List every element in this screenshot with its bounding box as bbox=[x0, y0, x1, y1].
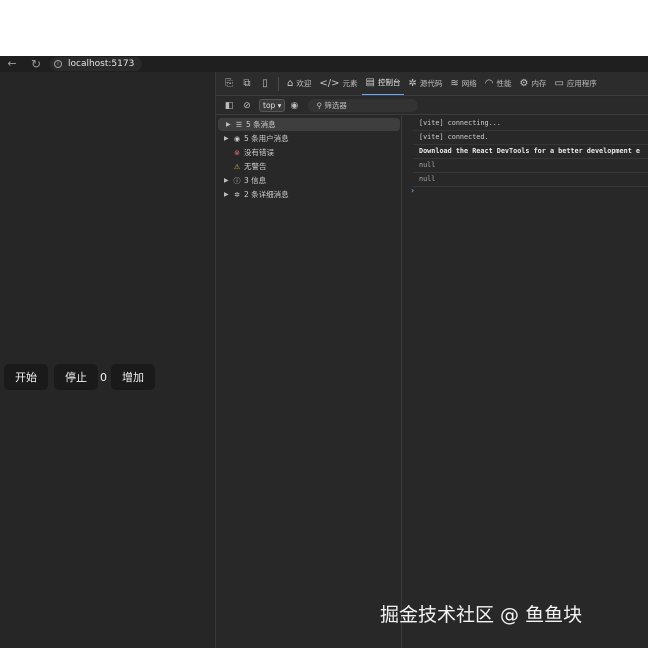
url-field[interactable]: i localhost:5173 bbox=[50, 57, 143, 71]
sidebar-toggle-icon[interactable]: ◧ bbox=[223, 100, 235, 112]
sidebar-item-label: 没有错误 bbox=[244, 148, 274, 157]
console-log-row: [vite] connecting... bbox=[419, 119, 501, 127]
dock-icon[interactable]: ▯ bbox=[259, 78, 271, 90]
sidebar-item-label: 5 条消息 bbox=[246, 120, 276, 129]
address-bar: ← ↻ i localhost:5173 bbox=[0, 56, 648, 72]
tab-window[interactable]: ▭ 应用程序 bbox=[550, 72, 600, 95]
gear-icon: ⚙ bbox=[519, 78, 529, 89]
info-circle-icon: ⓘ bbox=[233, 176, 241, 185]
tab-console[interactable]: ▤ 控制台 bbox=[361, 72, 405, 95]
bug-icon: ✲ bbox=[408, 78, 417, 89]
start-button[interactable]: 开始 bbox=[4, 364, 48, 390]
expand-arrow-icon[interactable]: ▶ bbox=[226, 121, 234, 128]
tab-label: 源代码 bbox=[419, 79, 443, 88]
reload-icon[interactable]: ↻ bbox=[30, 58, 42, 70]
devtools-panel: ⎘ ⧉ ▯ ⌂ 欢迎 </> 元素 ▤ 控制台 ✲ 源代码 ≋ 网络 ◠ 性能 ⚙ 内存 ▭ 应用程序 ◧ ⊘… bbox=[216, 72, 648, 648]
info-icon[interactable]: i bbox=[54, 60, 62, 68]
top-blank-area bbox=[0, 0, 648, 56]
console-sidebar: ▶ ☰ 5 条消息 ▶ ◉ 5 条用户消息 ⊗ 没有错误 ⚠ 无警告 ▶ ⓘ 3 信息 ▶ ✲ 2 条详细消息 bbox=[216, 116, 402, 648]
sidebar-item-label: 2 条详细消息 bbox=[244, 190, 289, 199]
sidebar-item[interactable]: ▶ ◉ 5 条用户消息 bbox=[216, 132, 289, 145]
expand-arrow-icon[interactable]: ▶ bbox=[224, 177, 232, 184]
expand-arrow-icon[interactable]: ▶ bbox=[224, 135, 232, 142]
watermark: 掘金技术社区 @ 鱼鱼块 bbox=[380, 604, 583, 626]
tab-label: 性能 bbox=[496, 79, 512, 88]
url-text: localhost:5173 bbox=[68, 59, 135, 69]
wifi-icon: ≋ bbox=[450, 78, 459, 89]
code-icon: </> bbox=[319, 78, 340, 89]
tab-label: 元素 bbox=[342, 79, 358, 88]
button-row: 开始 停止 0 增加 bbox=[4, 364, 161, 390]
filter-placeholder: 筛选器 bbox=[324, 101, 347, 110]
device-toolbar-icon[interactable]: ⎘ bbox=[223, 78, 235, 90]
console-log-row: null bbox=[419, 161, 436, 169]
page-viewport: 开始 停止 0 增加 bbox=[0, 72, 216, 648]
filter-input[interactable]: ⚲ 筛选器 bbox=[308, 99, 419, 112]
window-icon: ▭ bbox=[554, 78, 564, 89]
sidebar-item[interactable]: ⚠ 无警告 bbox=[216, 160, 267, 173]
tab-gear[interactable]: ⚙ 内存 bbox=[515, 72, 550, 95]
context-selector[interactable]: top ▾ bbox=[259, 99, 286, 112]
console-icon: ▤ bbox=[365, 77, 375, 88]
console-log-row: null bbox=[419, 175, 436, 183]
console-toolbar: ◧ ⊘ top ▾ ◉ ⚲ 筛选器 bbox=[216, 97, 648, 115]
add-button[interactable]: 增加 bbox=[111, 364, 155, 390]
console-output: › [vite] connecting... [vite] connected. D… bbox=[403, 116, 648, 648]
log-divider bbox=[413, 172, 648, 173]
gauge-icon: ◠ bbox=[484, 78, 494, 89]
list-icon: ☰ bbox=[235, 120, 243, 129]
tab-label: 网络 bbox=[461, 79, 477, 88]
home-icon: ⌂ bbox=[287, 78, 294, 89]
sidebar-item[interactable]: ▶ ☰ 5 条消息 bbox=[218, 118, 400, 131]
stop-button[interactable]: 停止 bbox=[54, 364, 98, 390]
console-log-row: [vite] connected. bbox=[419, 133, 489, 141]
tab-wifi[interactable]: ≋ 网络 bbox=[446, 72, 480, 95]
log-divider bbox=[413, 158, 648, 159]
sidebar-item[interactable]: ▶ ✲ 2 条详细消息 bbox=[216, 188, 289, 201]
verbose-icon: ✲ bbox=[234, 190, 240, 199]
back-arrow-icon[interactable]: ← bbox=[6, 58, 18, 70]
tab-label: 欢迎 bbox=[296, 79, 312, 88]
tab-home[interactable]: ⌂ 欢迎 bbox=[283, 72, 315, 95]
warning-icon: ⚠ bbox=[233, 162, 241, 171]
counter-value: 0 bbox=[100, 370, 107, 384]
tab-bug[interactable]: ✲ 源代码 bbox=[404, 72, 446, 95]
sidebar-item-label: 3 信息 bbox=[244, 176, 267, 185]
console-prompt[interactable]: › bbox=[411, 186, 414, 195]
eye-icon[interactable]: ◉ bbox=[288, 100, 300, 112]
error-icon: ⊗ bbox=[234, 148, 240, 157]
tab-label: 应用程序 bbox=[566, 79, 597, 88]
divider bbox=[278, 76, 279, 91]
user-icon: ◉ bbox=[233, 134, 241, 143]
sidebar-item-label: 无警告 bbox=[244, 162, 267, 171]
sidebar-item-label: 5 条用户消息 bbox=[244, 134, 289, 143]
inspect-icon[interactable]: ⧉ bbox=[241, 78, 253, 90]
devtools-tab-bar: ⎘ ⧉ ▯ ⌂ 欢迎 </> 元素 ▤ 控制台 ✲ 源代码 ≋ 网络 ◠ 性能 ⚙ 内存 ▭ 应用程序 bbox=[216, 72, 648, 96]
expand-arrow-icon[interactable]: ▶ bbox=[224, 191, 232, 198]
tab-code[interactable]: </> 元素 bbox=[315, 72, 361, 95]
clear-console-icon[interactable]: ⊘ bbox=[241, 100, 253, 112]
log-divider bbox=[413, 186, 648, 187]
tab-label: 控制台 bbox=[377, 78, 401, 87]
tab-label: 内存 bbox=[531, 79, 547, 88]
sidebar-item[interactable]: ⊗ 没有错误 bbox=[216, 146, 274, 159]
console-log-row: Download the React DevTools for a better… bbox=[419, 147, 640, 155]
tab-gauge[interactable]: ◠ 性能 bbox=[481, 72, 516, 95]
sidebar-item[interactable]: ▶ ⓘ 3 信息 bbox=[216, 174, 266, 187]
